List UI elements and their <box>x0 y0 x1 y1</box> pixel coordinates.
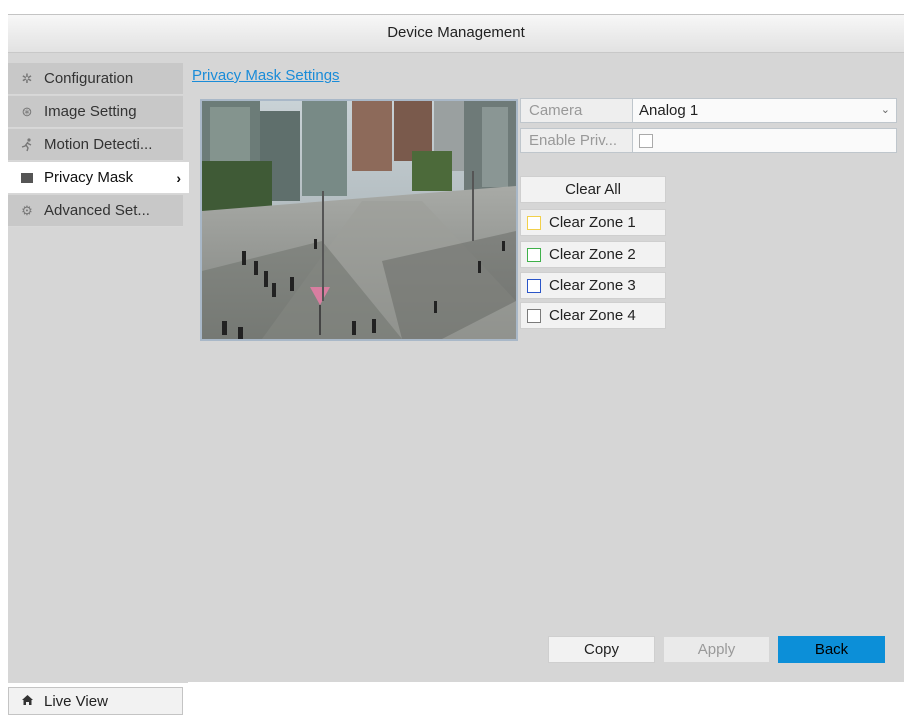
camera-preview[interactable] <box>200 99 518 341</box>
chevron-right-icon: › <box>176 169 181 186</box>
window-title: Device Management <box>8 15 904 53</box>
sidebar-item-privacy-mask[interactable]: Privacy Mask › <box>8 162 189 194</box>
home-icon <box>21 694 34 709</box>
enable-privacy-field <box>633 129 896 152</box>
enable-privacy-checkbox[interactable] <box>639 133 653 148</box>
gear-icon: ✲ <box>21 70 33 86</box>
back-button[interactable]: Back <box>778 636 885 663</box>
zone-2-color-swatch <box>527 247 541 262</box>
sidebar-item-label: Image Setting <box>44 103 137 120</box>
palette-icon: ⊛ <box>21 103 33 119</box>
advanced-gear-icon: ⚙ <box>21 202 33 218</box>
copy-button[interactable]: Copy <box>548 636 655 663</box>
sidebar-item-label: Privacy Mask <box>44 169 134 186</box>
sidebar: ✲ Configuration ⊛ Image Setting Motion D… <box>8 53 189 715</box>
zone-3-color-swatch <box>527 278 541 293</box>
sidebar-item-label: Advanced Set... <box>44 202 150 219</box>
privacy-mask-settings-link[interactable]: Privacy Mask Settings <box>192 67 340 84</box>
sidebar-item-image-setting[interactable]: ⊛ Image Setting <box>8 96 183 128</box>
enable-privacy-row: Enable Priv... <box>520 128 897 153</box>
camera-row: Camera Analog 1 ⌄ <box>520 98 897 123</box>
zone-4-color-swatch <box>527 308 541 323</box>
clear-zone-2-label: Clear Zone 2 <box>549 246 636 263</box>
camera-select[interactable]: Analog 1 ⌄ <box>633 99 896 122</box>
sidebar-item-advanced-settings[interactable]: ⚙ Advanced Set... <box>8 195 183 227</box>
sidebar-item-motion-detection[interactable]: Motion Detecti... <box>8 129 183 161</box>
clear-zone-1-button[interactable]: Clear Zone 1 <box>520 209 666 236</box>
clear-zone-4-label: Clear Zone 4 <box>549 307 636 324</box>
clear-zone-2-button[interactable]: Clear Zone 2 <box>520 241 666 268</box>
live-view-button[interactable]: Live View <box>8 687 183 715</box>
clear-zone-3-button[interactable]: Clear Zone 3 <box>520 272 666 299</box>
clear-zone-3-label: Clear Zone 3 <box>549 277 636 294</box>
chevron-down-icon: ⌄ <box>880 104 890 116</box>
enable-privacy-label: Enable Priv... <box>521 129 633 152</box>
sidebar-item-label: Configuration <box>44 70 134 87</box>
sidebar-item-label: Motion Detecti... <box>44 136 153 153</box>
clear-all-button[interactable]: Clear All <box>520 176 666 203</box>
device-management-window: Device Management ✲ Configuration ⊛ Imag… <box>8 14 904 715</box>
running-person-icon <box>20 137 34 152</box>
camera-select-value: Analog 1 <box>639 102 699 119</box>
mask-square-icon <box>20 171 34 185</box>
zone-1-color-swatch <box>527 215 541 230</box>
camera-preview-image <box>202 101 516 339</box>
live-view-label: Live View <box>44 692 108 710</box>
clear-zone-1-label: Clear Zone 1 <box>549 214 636 231</box>
apply-button[interactable]: Apply <box>663 636 770 663</box>
sidebar-item-configuration[interactable]: ✲ Configuration <box>8 63 183 95</box>
clear-zone-4-button[interactable]: Clear Zone 4 <box>520 302 666 329</box>
camera-label: Camera <box>521 99 633 122</box>
